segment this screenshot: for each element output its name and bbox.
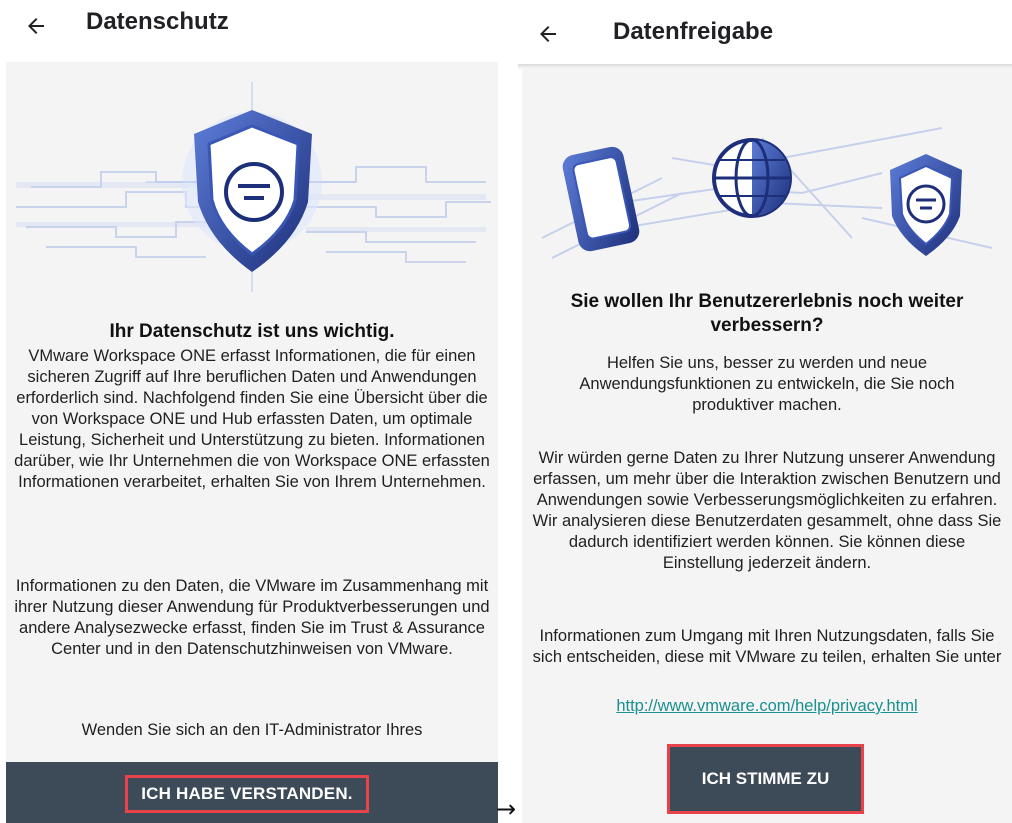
app-bar: Datenfreigabe xyxy=(518,0,1012,64)
flow-arrow: → xyxy=(496,795,517,823)
page-title: Datenschutz xyxy=(86,8,229,35)
info-paragraph-2: Informationen zu den Daten, die VMware i… xyxy=(14,577,490,658)
info-paragraph-3: Wenden Sie sich an den IT-Administrator … xyxy=(81,721,423,739)
shield-icon xyxy=(890,154,962,256)
info-paragraph-1: Helfen Sie uns, besser zu werden und neu… xyxy=(579,354,955,414)
privacy-link-row: http://www.vmware.com/help/privacy.html xyxy=(522,696,1012,717)
back-button[interactable] xyxy=(526,12,570,56)
phone-icon xyxy=(562,146,640,252)
data-sharing-illustration xyxy=(541,127,993,259)
shield-illustration xyxy=(16,82,491,292)
back-arrow-icon xyxy=(28,18,44,34)
privacy-link[interactable]: http://www.vmware.com/help/privacy.html xyxy=(616,697,917,715)
data-sharing-screen: Datenfreigabe Sie wollen Ihr Benutzererl… xyxy=(518,0,1012,823)
back-arrow-icon xyxy=(540,26,556,42)
privacy-screen: Datenschutz Ihr Datenschutz ist uns wich… xyxy=(0,0,498,823)
agree-button[interactable]: ICH STIMME ZU xyxy=(667,744,864,814)
globe-icon xyxy=(712,138,792,218)
info-paragraph-1: VMware Workspace ONE erfasst Information… xyxy=(14,347,490,491)
info-paragraph-3: Informationen zum Umgang mit Ihren Nutzu… xyxy=(532,627,1002,666)
section-heading: Sie wollen Ihr Benutzererlebnis noch wei… xyxy=(570,291,964,336)
info-paragraph-2: Wir würden gerne Daten zu Ihrer Nutzung … xyxy=(532,449,1002,572)
back-button[interactable] xyxy=(14,4,58,48)
app-bar: Datenschutz xyxy=(0,0,498,64)
content-area: Sie wollen Ihr Benutzererlebnis noch wei… xyxy=(522,68,1012,823)
page-title: Datenfreigabe xyxy=(613,18,774,45)
agree-button-label: ICH STIMME ZU xyxy=(701,769,830,788)
section-heading: Ihr Datenschutz ist uns wichtig. xyxy=(109,321,395,342)
understood-button[interactable]: ICH HABE VERSTANDEN. xyxy=(125,775,369,813)
content-area: Ihr Datenschutz ist uns wichtig. VMware … xyxy=(6,62,498,762)
